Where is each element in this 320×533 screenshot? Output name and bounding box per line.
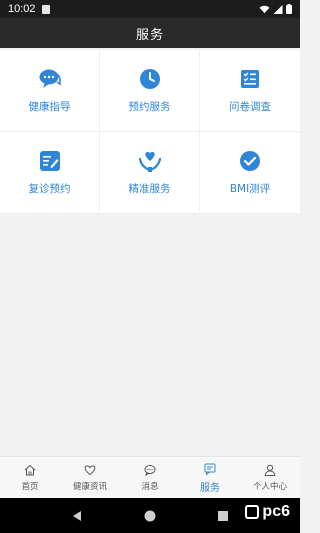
check-circle-icon <box>239 150 261 172</box>
service-tile-follow-up[interactable]: 复诊预约 <box>0 132 100 214</box>
watermark-box-icon <box>245 505 260 519</box>
service-tile-bmi[interactable]: BMI测评 <box>200 132 300 214</box>
service-label: BMI测评 <box>229 182 271 195</box>
bottom-tab-bar: 首页 健康资讯 消息 服务 个人中心 <box>0 456 300 498</box>
sim-card-icon <box>41 4 50 14</box>
clock-icon <box>139 68 161 90</box>
checklist-icon <box>239 68 261 90</box>
home-icon <box>23 463 37 477</box>
service-tile-precision[interactable]: 精准服务 <box>100 132 200 214</box>
back-icon[interactable] <box>71 510 83 522</box>
service-label: 问卷调查 <box>229 100 271 113</box>
service-label: 精准服务 <box>128 182 171 195</box>
title-bar: 服务 <box>0 18 300 48</box>
service-label: 健康指导 <box>28 100 71 113</box>
watermark-logo: pc6 <box>245 503 290 521</box>
tab-label: 个人中心 <box>252 482 287 492</box>
status-icons <box>259 4 292 14</box>
content-area <box>0 214 300 456</box>
tab-label: 首页 <box>21 482 39 492</box>
tab-label: 健康资讯 <box>72 482 107 492</box>
service-label: 预约服务 <box>128 100 171 113</box>
tab-services[interactable]: 服务 <box>180 457 240 498</box>
status-bar: 10:02 <box>0 0 300 18</box>
service-label: 复诊预约 <box>28 182 71 195</box>
home-button-icon[interactable] <box>144 510 156 522</box>
watermark-text: pc6 <box>262 503 290 520</box>
status-time: 10:02 <box>8 3 36 15</box>
heart-hands-icon <box>138 150 161 172</box>
tab-label: 服务 <box>200 482 220 494</box>
recents-icon[interactable] <box>217 510 229 522</box>
wifi-icon <box>259 5 270 13</box>
battery-icon <box>286 4 292 14</box>
page-title: 服务 <box>135 27 164 43</box>
tab-health-news[interactable]: 健康资讯 <box>60 457 120 498</box>
services-grid: 健康指导 预约服务 问卷调查 复诊预约 精准服务 BMI测评 <box>0 50 300 214</box>
edit-note-icon <box>39 150 61 172</box>
person-icon <box>263 463 277 477</box>
message-icon <box>143 463 157 477</box>
heart-outline-icon <box>83 463 97 477</box>
tab-messages[interactable]: 消息 <box>120 457 180 498</box>
service-tile-health-guidance[interactable]: 健康指导 <box>0 50 100 132</box>
tab-profile[interactable]: 个人中心 <box>240 457 300 498</box>
chat-bubbles-icon <box>39 68 61 90</box>
signal-icon <box>273 4 283 14</box>
tab-label: 消息 <box>141 482 159 492</box>
service-tile-appointment[interactable]: 预约服务 <box>100 50 200 132</box>
tab-home[interactable]: 首页 <box>0 457 60 498</box>
service-tile-questionnaire[interactable]: 问卷调查 <box>200 50 300 132</box>
service-icon <box>203 462 217 476</box>
